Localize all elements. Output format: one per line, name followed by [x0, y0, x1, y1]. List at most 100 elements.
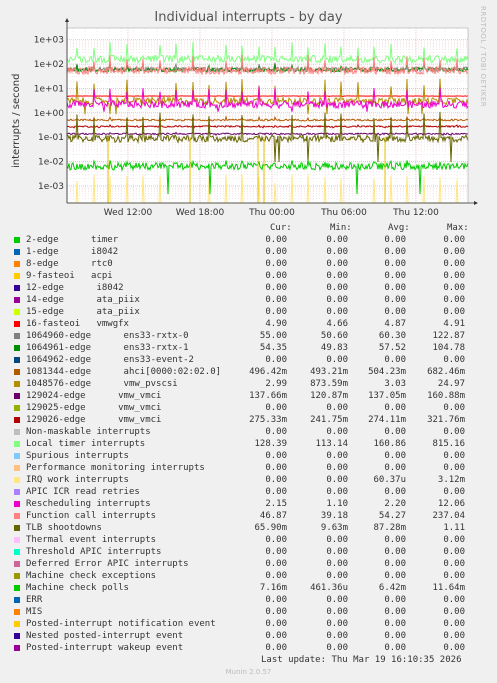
legend-cur-value: 55.00: [259, 331, 287, 341]
legend-swatch: [14, 285, 20, 291]
legend-avg-value: 0.00: [384, 307, 406, 317]
legend-label: Nested posted-interrupt event: [26, 631, 184, 641]
legend-max-value: 0.00: [443, 235, 465, 245]
legend-label: 2-edge timer: [26, 235, 119, 245]
legend-max-value: 0.00: [443, 547, 465, 557]
legend-cur-value: 0.00: [265, 283, 287, 293]
legend-avg-value: 0.00: [384, 295, 406, 305]
legend-label: ERR: [26, 595, 43, 605]
legend-avg-value: 0.00: [384, 283, 406, 293]
legend-max-value: 0.00: [443, 271, 465, 281]
legend-min-value: 9.63m: [320, 523, 348, 533]
legend-cur-value: 0.00: [265, 487, 287, 497]
legend-min-value: 0.00: [326, 535, 348, 545]
y-tick-label: 1e+01: [34, 84, 64, 94]
legend-swatch: [14, 309, 20, 315]
legend-swatch: [14, 489, 20, 495]
legend-cur-value: 2.15: [265, 499, 287, 509]
legend-avg-value: 0.00: [384, 271, 406, 281]
legend-min-value: 0.00: [326, 595, 348, 605]
legend-header-max: Max:: [447, 223, 469, 233]
legend-swatch: [14, 429, 20, 435]
legend-avg-value: 87.28m: [373, 523, 406, 533]
legend-avg-value: 0.00: [384, 595, 406, 605]
legend-max-value: 0.00: [443, 643, 465, 653]
x-tick-label: Wed 12:00: [104, 208, 153, 218]
legend-max-value: 0.00: [443, 631, 465, 641]
legend-label: Function call interrupts: [26, 511, 157, 521]
legend-swatch: [14, 621, 20, 627]
legend-max-value: 0.00: [443, 595, 465, 605]
legend-min-value: 0.00: [326, 355, 348, 365]
legend-label: 1-edge i8042: [26, 247, 119, 257]
legend-cur-value: 0.00: [265, 307, 287, 317]
chart-plot: 1e-03 1e-02 1e-01 1e+00 1e+01 1e+02 1e+03 Wed 1…: [34, 18, 478, 218]
legend-swatch: [14, 261, 20, 267]
legend-label: Spurious interrupts: [26, 451, 129, 461]
legend-min-value: 0.00: [326, 451, 348, 461]
legend-swatch: [14, 441, 20, 447]
legend-min-value: 0.00: [326, 271, 348, 281]
legend-max-value: 0.00: [443, 295, 465, 305]
legend-swatch: [14, 537, 20, 543]
legend-header-min: Min:: [330, 223, 352, 233]
legend-min-value: 0.00: [326, 403, 348, 413]
legend-min-value: 873.59m: [310, 379, 348, 389]
legend-label: 129024-edge vmw_vmci: [26, 391, 162, 401]
legend-header-avg: Avg:: [388, 223, 410, 233]
legend-cur-value: 275.33m: [249, 415, 287, 425]
legend-swatch: [14, 381, 20, 387]
legend-avg-value: 0.00: [384, 247, 406, 257]
legend-min-value: 0.00: [326, 283, 348, 293]
legend-min-value: 0.00: [326, 487, 348, 497]
legend-cur-value: 46.87: [259, 511, 287, 521]
legend-cur-value: 0.00: [265, 247, 287, 257]
legend-label: Machine check exceptions: [26, 571, 157, 581]
legend-avg-value: 57.52: [378, 343, 406, 353]
legend-label: 12-edge i8042: [26, 283, 124, 293]
legend-max-value: 0.00: [443, 607, 465, 617]
legend-avg-value: 0.00: [384, 355, 406, 365]
y-tick-label: 1e+03: [34, 36, 64, 46]
legend-max-value: 160.88m: [427, 391, 465, 401]
legend-max-value: 1.11: [443, 523, 465, 533]
legend-cur-value: 0.00: [265, 355, 287, 365]
legend-min-value: 0.00: [326, 619, 348, 629]
legend-cur-value: 0.00: [265, 271, 287, 281]
legend-swatch: [14, 249, 20, 255]
legend-cur-value: 0.00: [265, 475, 287, 485]
x-tick-label: Wed 18:00: [176, 208, 225, 218]
legend-avg-value: 0.00: [384, 559, 406, 569]
legend-max-value: 0.00: [443, 403, 465, 413]
legend-min-value: 461.36u: [310, 583, 348, 593]
legend-avg-value: 137.05m: [368, 391, 406, 401]
legend-cur-value: 0.00: [265, 643, 287, 653]
legend-avg-value: 0.00: [384, 487, 406, 497]
legend-cur-value: 0.00: [265, 403, 287, 413]
legend-max-value: 4.91: [443, 319, 465, 329]
x-tick-label: Thu 00:00: [248, 208, 295, 218]
y-tick-label: 1e-01: [38, 133, 64, 143]
legend-label: 1064960-edge ens33-rxtx-0: [26, 331, 189, 341]
legend-cur-value: 65.90m: [254, 523, 287, 533]
legend-min-value: 0.00: [326, 475, 348, 485]
legend-max-value: 321.76m: [427, 415, 465, 425]
legend-cur-value: 128.39: [254, 439, 287, 449]
legend-max-value: 0.00: [443, 259, 465, 269]
legend-max-value: 24.97: [437, 379, 465, 389]
legend-cur-value: 137.66m: [249, 391, 287, 401]
legend-swatch: [14, 237, 20, 243]
legend-avg-value: 0.00: [384, 235, 406, 245]
legend-min-value: 0.00: [326, 235, 348, 245]
legend-max-value: 0.00: [443, 571, 465, 581]
legend-label: Rescheduling interrupts: [26, 499, 151, 509]
legend-min-value: 241.75m: [310, 415, 348, 425]
legend-avg-value: 60.37u: [373, 475, 406, 485]
y-tick-label: 1e+00: [34, 109, 65, 119]
legend-swatch: [14, 597, 20, 603]
legend-label: Threshold APIC interrupts: [26, 547, 162, 557]
legend-avg-value: 0.00: [384, 571, 406, 581]
legend-avg-value: 54.27: [378, 511, 406, 521]
legend-avg-value: 0.00: [384, 403, 406, 413]
last-update: Last update: Thu Mar 19 16:10:35 2026: [261, 655, 462, 665]
